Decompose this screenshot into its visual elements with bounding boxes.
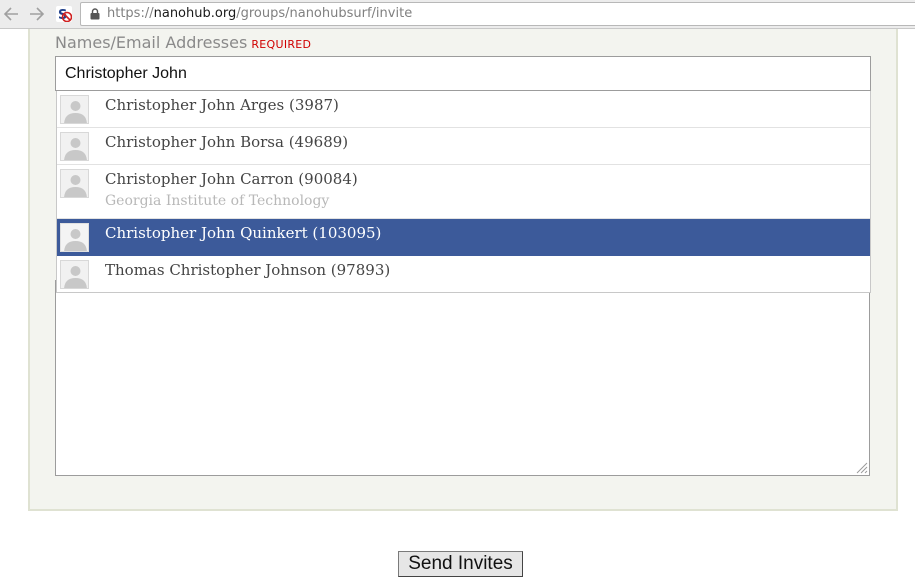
browser-toolbar: S https://nanohub.org/groups/nanohubsurf… xyxy=(0,0,915,29)
names-field-label: Names/Email Addresses REQUIRED xyxy=(55,33,311,52)
suggestion-organization: Georgia Institute of Technology xyxy=(105,193,330,209)
forward-arrow-icon[interactable] xyxy=(28,6,46,22)
lock-icon xyxy=(90,8,100,20)
suggestion-name: Thomas Christopher Johnson (97893) xyxy=(105,261,391,279)
avatar-icon xyxy=(60,132,89,161)
suggestion-item[interactable]: Christopher John Arges (3987) xyxy=(57,91,870,128)
url-scheme: https:// xyxy=(107,6,154,21)
autocomplete-dropdown: Christopher John Arges (3987) Christophe… xyxy=(56,91,871,293)
required-marker: REQUIRED xyxy=(251,38,312,51)
avatar-icon xyxy=(60,223,89,252)
url-path: /groups/nanohubsurf/invite xyxy=(236,6,413,21)
message-textarea[interactable] xyxy=(55,280,870,476)
suggestion-item-selected[interactable]: Christopher John Quinkert (103095) xyxy=(57,219,870,256)
names-input[interactable]: Christopher John xyxy=(55,56,871,91)
back-arrow-icon[interactable] xyxy=(2,6,20,22)
url-text: https://nanohub.org/groups/nanohubsurf/i… xyxy=(107,6,412,21)
suggestion-item[interactable]: Christopher John Carron (90084) Georgia … xyxy=(57,165,870,219)
suggestion-name: Christopher John Carron (90084) xyxy=(105,170,358,188)
resize-grip-icon[interactable] xyxy=(856,462,868,474)
avatar-icon xyxy=(60,169,89,198)
suggestion-item[interactable]: Christopher John Borsa (49689) xyxy=(57,128,870,165)
site-extension-icon[interactable]: S xyxy=(56,6,73,23)
suggestion-name: Christopher John Arges (3987) xyxy=(105,96,339,114)
send-invites-button[interactable]: Send Invites xyxy=(398,551,523,577)
suggestion-name: Christopher John Quinkert (103095) xyxy=(105,224,382,242)
url-host: nanohub.org xyxy=(153,6,237,21)
suggestion-item[interactable]: Thomas Christopher Johnson (97893) xyxy=(57,256,870,292)
avatar-icon xyxy=(60,260,89,289)
names-label-text: Names/Email Addresses xyxy=(55,33,248,52)
avatar-icon xyxy=(60,95,89,124)
address-bar[interactable]: https://nanohub.org/groups/nanohubsurf/i… xyxy=(80,2,915,26)
suggestion-name: Christopher John Borsa (49689) xyxy=(105,133,349,151)
